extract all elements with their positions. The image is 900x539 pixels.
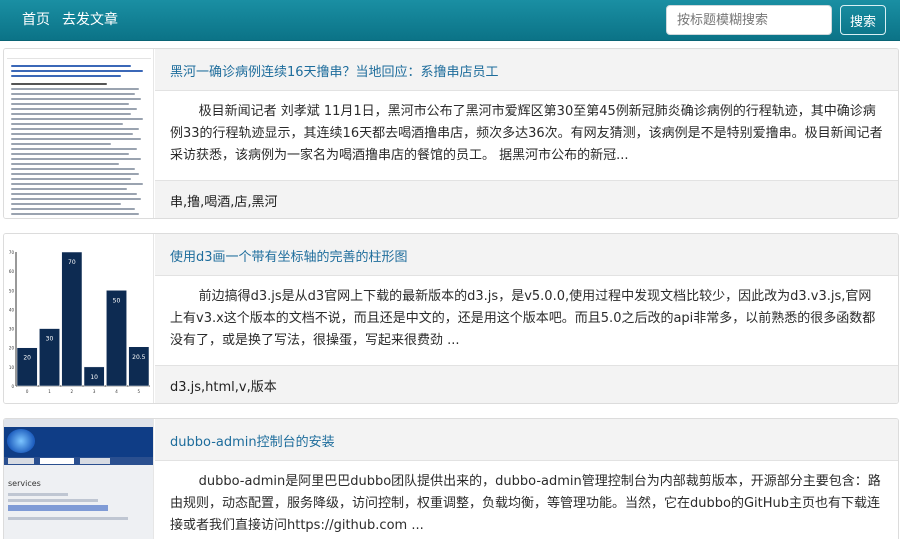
article-header: 使用d3画一个带有坐标轴的完善的柱形图 — [155, 234, 898, 276]
chart-y-tick-label: 60 — [9, 269, 15, 274]
article-thumbnail-news[interactable] — [4, 49, 154, 218]
chart-bar-label: 30 — [46, 336, 54, 343]
article-body: 黑河一确诊病例连续16天撸串？当地回应：系撸串店员工 极目新闻记者 刘孝斌 11… — [155, 49, 898, 218]
dubbo-services-label: services — [8, 479, 41, 488]
dubbo-row — [8, 517, 128, 520]
article-title-link[interactable]: 黑河一确诊病例连续16天撸串？当地回应：系撸串店员工 — [170, 65, 499, 80]
chart-x-tick-label: 2 — [71, 389, 74, 394]
bar-chart-thumbnail: 0 10 20 30 40 50 60 70 20 0 30 1 70 2 10 3 50 4 20.5 5 — [9, 250, 150, 394]
article-tags: 串,撸,喝酒,店,黑河 — [155, 180, 898, 218]
article-header: dubbo-admin控制台的安装 — [155, 419, 898, 461]
chart-y-tick-label: 20 — [9, 346, 15, 351]
chart-y-tick-label: 70 — [9, 250, 15, 255]
chart-y-tick-label: 30 — [9, 327, 15, 332]
search-input[interactable] — [666, 5, 832, 35]
article-thumbnail-dubbo[interactable]: services — [4, 419, 154, 539]
article-card: services dubbo-admin控制台的安装 dubbo-admin是阿… — [3, 418, 899, 539]
chart-bar-label: 20 — [23, 355, 31, 362]
article-title-link[interactable]: dubbo-admin控制台的安装 — [170, 435, 335, 450]
chart-bar — [61, 251, 83, 387]
article-card: 黑河一确诊病例连续16天撸串？当地回应：系撸串店员工 极目新闻记者 刘孝斌 11… — [3, 48, 899, 219]
article-body: 使用d3画一个带有坐标轴的完善的柱形图 前边搞得d3.js是从d3官网上下载的最… — [155, 234, 898, 403]
chart-y-tick-label: 50 — [9, 288, 15, 293]
dubbo-service-bar — [8, 505, 108, 511]
chart-y-tick-label: 0 — [11, 384, 14, 389]
article-summary: 前边搞得d3.js是从d3官网上下载的最新版本的d3.js，是v5.0.0,使用… — [170, 289, 876, 348]
chart-bar — [128, 346, 150, 387]
chart-x-tick-label: 4 — [115, 389, 118, 394]
chart-y-tick-label: 40 — [9, 307, 15, 312]
chart-x-tick-label: 0 — [26, 389, 29, 394]
dubbo-tab — [80, 458, 110, 464]
article-thumbnail-chart[interactable]: 0 10 20 30 40 50 60 70 20 0 30 1 70 2 10 3 50 4 20.5 5 — [4, 234, 154, 403]
chart-y-tick-label: 10 — [9, 365, 15, 370]
chart-x-tick-label: 5 — [138, 389, 141, 394]
browser-address-bar — [4, 419, 153, 427]
article-card: 0 10 20 30 40 50 60 70 20 0 30 1 70 2 10 3 50 4 20.5 5 使用d3… — [3, 233, 899, 404]
nav-home-link[interactable]: 首页 — [22, 11, 50, 29]
article-title-link[interactable]: 使用d3画一个带有坐标轴的完善的柱形图 — [170, 250, 408, 265]
dubbo-row — [8, 493, 68, 496]
chart-x-tick-label: 3 — [93, 389, 96, 394]
search-button[interactable]: 搜索 — [840, 5, 886, 35]
chart-bar-label: 70 — [68, 259, 76, 266]
chart-bar — [106, 290, 127, 387]
dubbo-row — [8, 499, 98, 502]
article-header: 黑河一确诊病例连续16天撸串？当地回应：系撸串店员工 — [155, 49, 898, 91]
chart-bar-label: 10 — [90, 374, 98, 381]
dubbo-logo-icon — [7, 429, 35, 453]
article-summary: 极目新闻记者 刘孝斌 11月1日，黑河市公布了黑河市爱辉区第30至第45例新冠肺… — [170, 104, 883, 163]
article-summary: dubbo-admin是阿里巴巴dubbo团队提供出来的，dubbo-admin… — [170, 474, 881, 533]
chart-bar-label: 50 — [113, 297, 121, 304]
chart-x-tick-label: 1 — [48, 389, 51, 394]
dubbo-tab — [40, 458, 74, 464]
dubbo-tab — [8, 458, 34, 464]
chart-bar — [16, 347, 38, 387]
chart-bar-label: 20.5 — [132, 354, 146, 361]
top-navbar: 首页 去发文章 搜索 — [0, 0, 900, 41]
article-body: dubbo-admin控制台的安装 dubbo-admin是阿里巴巴dubbo团… — [155, 419, 898, 539]
news-document-image — [7, 52, 151, 218]
dubbo-content-area — [4, 465, 153, 539]
article-tags: d3.js,html,v,版本 — [155, 365, 898, 403]
nav-post-article-link[interactable]: 去发文章 — [62, 11, 118, 29]
